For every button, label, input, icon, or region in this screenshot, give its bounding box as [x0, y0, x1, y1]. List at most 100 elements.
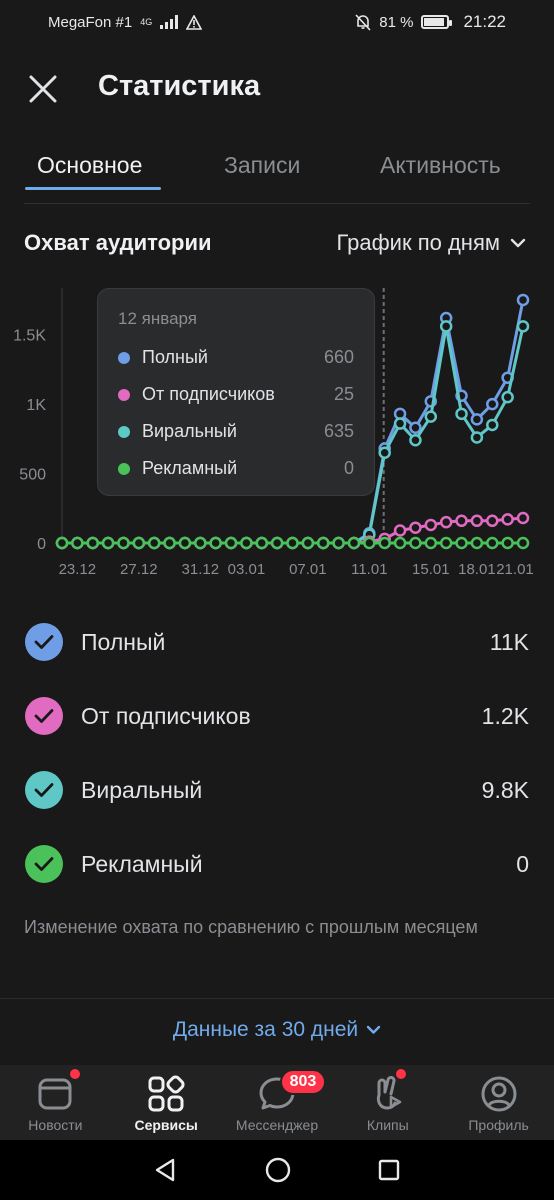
- data-point: [301, 536, 315, 550]
- legend-item-viral[interactable]: Виральный 9.8K: [0, 753, 554, 827]
- period-dropdown-label: График по дням: [336, 230, 500, 255]
- tooltip-row: Полный 660: [118, 339, 354, 376]
- data-point: [163, 536, 176, 550]
- legend-item-ads[interactable]: Рекламный 0: [0, 827, 554, 901]
- data-point: [86, 536, 99, 550]
- data-point: [516, 320, 530, 333]
- series-dot-icon: [118, 425, 130, 438]
- data-point: [486, 536, 499, 550]
- data-point: [409, 521, 422, 534]
- x-tick-label: 15.01: [412, 561, 450, 578]
- notification-dot: [70, 1069, 80, 1079]
- nav-label: Мессенджер: [235, 1117, 319, 1133]
- data-point: [209, 536, 222, 550]
- data-point: [439, 515, 453, 529]
- data-point: [424, 410, 438, 423]
- series-dot-icon: [118, 351, 130, 364]
- profile-icon: [481, 1076, 517, 1112]
- data-point: [424, 536, 438, 550]
- tooltip-row-value: 0: [343, 458, 354, 478]
- tooltip-row-name: Полный: [142, 347, 208, 367]
- legend-item-name: Виральный: [81, 776, 203, 803]
- data-period-label: Данные за 30 дней: [172, 1018, 359, 1041]
- nav-clips[interactable]: Клипы: [332, 1065, 443, 1140]
- tooltip-row-name: От подписчиков: [142, 384, 275, 404]
- tooltip-row-name: Рекламный: [142, 458, 238, 478]
- legend-item-name: От подписчиков: [81, 702, 251, 729]
- tooltip-row-name: Виральный: [142, 421, 237, 441]
- tab-activity[interactable]: Активность: [380, 152, 501, 179]
- data-point: [132, 536, 146, 550]
- checkmark-icon: [25, 623, 63, 661]
- tooltip-row: От подписчиков 25: [118, 376, 354, 413]
- legend-item-value: 9.8K: [481, 776, 529, 803]
- data-point: [470, 514, 484, 528]
- home-icon[interactable]: [264, 1156, 292, 1184]
- signal-icon: [160, 15, 179, 29]
- series-dot-icon: [118, 388, 130, 401]
- y-tick-label: 500: [19, 467, 46, 484]
- data-point: [486, 418, 499, 432]
- nav-services[interactable]: Сервисы: [111, 1065, 222, 1140]
- header: Статистика: [0, 60, 554, 116]
- x-tick-label: 27.12: [120, 561, 158, 578]
- close-icon[interactable]: [26, 72, 60, 106]
- data-point: [393, 524, 407, 537]
- network-type: 4G: [140, 16, 153, 27]
- legend-item-full[interactable]: Полный 11K: [0, 605, 554, 679]
- data-point: [393, 417, 407, 430]
- period-dropdown[interactable]: График по дням: [336, 230, 526, 256]
- data-point: [332, 536, 345, 550]
- data-point: [316, 536, 330, 550]
- back-icon[interactable]: [153, 1157, 179, 1183]
- data-point: [470, 536, 484, 550]
- checkmark-icon: [25, 771, 63, 809]
- reach-change-note: Изменение охвата по сравнению с прошлым …: [24, 917, 478, 937]
- data-point: [409, 433, 422, 447]
- y-tick-label: 0: [37, 536, 46, 553]
- data-point: [224, 536, 238, 550]
- legend-item-subscribers[interactable]: От подписчиков 1.2K: [0, 679, 554, 753]
- data-point: [270, 536, 284, 550]
- data-point: [286, 536, 299, 550]
- data-point: [71, 536, 84, 550]
- tooltip-date: 12 января: [118, 309, 197, 328]
- series-legend: Полный 11K От подписчиков 1.2K Виральный…: [0, 605, 554, 901]
- divider: [0, 998, 554, 999]
- data-point: [439, 536, 453, 550]
- nav-messenger[interactable]: 803 Мессенджер: [222, 1065, 333, 1140]
- checkmark-icon: [25, 697, 63, 735]
- legend-item-name: Рекламный: [81, 850, 203, 877]
- battery-icon: [421, 15, 453, 29]
- legend-item-name: Полный: [81, 628, 166, 655]
- legend-item-value: 0: [516, 850, 529, 877]
- data-period-link[interactable]: Данные за 30 дней: [0, 1018, 554, 1042]
- data-point: [516, 536, 530, 550]
- data-point: [409, 536, 422, 550]
- data-point: [470, 413, 484, 426]
- tooltip-row: Рекламный 0: [118, 450, 354, 487]
- nav-profile[interactable]: Профиль: [443, 1065, 554, 1140]
- tab-posts[interactable]: Записи: [224, 152, 300, 179]
- data-point: [455, 514, 468, 528]
- services-icon: [148, 1075, 185, 1112]
- data-point: [501, 513, 514, 526]
- warning-icon: [186, 14, 203, 30]
- bell-off-icon: [355, 13, 371, 31]
- series-dot-icon: [118, 462, 130, 475]
- recents-icon[interactable]: [377, 1158, 401, 1182]
- data-point: [55, 536, 69, 550]
- data-point: [194, 536, 207, 550]
- data-point: [486, 514, 499, 528]
- data-point: [486, 397, 499, 411]
- x-tick-label: 07.01: [289, 561, 327, 578]
- tab-main[interactable]: Основное: [37, 152, 142, 179]
- x-tick-label: 03.01: [228, 561, 266, 578]
- nav-news[interactable]: Новости: [0, 1065, 111, 1140]
- bottom-navigation: Новости Сервисы 803 Мессенджер Клипы Про…: [0, 1065, 554, 1140]
- page-title: Статистика: [98, 70, 261, 102]
- x-tick-label: 23.12: [59, 561, 97, 578]
- clock: 21:22: [463, 12, 506, 31]
- x-tick-label: 21.01: [496, 561, 534, 578]
- data-point: [409, 421, 422, 434]
